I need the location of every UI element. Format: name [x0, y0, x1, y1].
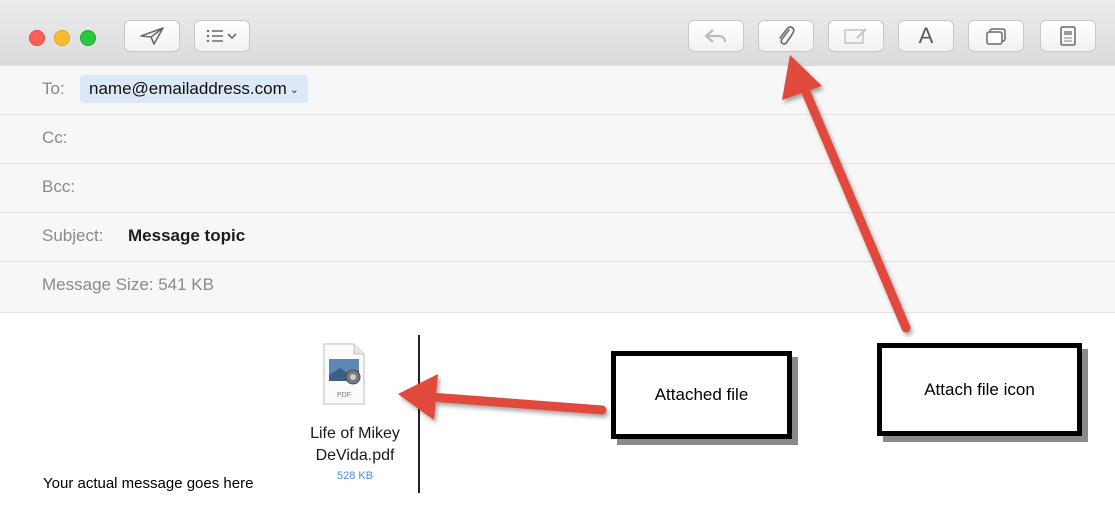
subject-label: Subject:	[42, 226, 104, 245]
stationery-button[interactable]	[1040, 20, 1096, 52]
toolbar: A	[0, 0, 1115, 73]
window-icon	[986, 28, 1006, 45]
attached-file-callout-text: Attached file	[654, 385, 749, 404]
message-text[interactable]: Your actual message goes here	[43, 475, 253, 492]
minimize-window-button[interactable]	[54, 30, 70, 46]
recipient-address: name@emailaddress.com	[89, 79, 287, 98]
recipient-token[interactable]: name@emailaddress.com ⌄	[80, 75, 308, 103]
to-field[interactable]: To: name@emailaddress.com ⌄	[0, 66, 1115, 115]
paper-plane-icon	[140, 27, 164, 45]
text-cursor	[418, 335, 420, 493]
attach-button[interactable]	[758, 20, 814, 52]
zoom-window-button[interactable]	[80, 30, 96, 46]
markup-button[interactable]	[828, 20, 884, 52]
attach-file-icon-callout-text: Attach file icon	[924, 379, 1035, 399]
reply-arrow-icon	[704, 29, 727, 43]
attachment-name[interactable]: Life of Mikey DeVida.pdf	[290, 423, 420, 467]
bcc-label: Bcc:	[42, 177, 76, 196]
attach-file-icon-callout: Attach file icon	[877, 343, 1082, 436]
reply-button[interactable]	[688, 20, 744, 52]
message-size-row: Message Size: 541 KB	[0, 262, 1115, 313]
close-window-button[interactable]	[29, 30, 45, 46]
header-fields-menu-button[interactable]	[194, 20, 250, 52]
attached-file-callout: Attached file	[611, 351, 792, 439]
photo-browser-button[interactable]	[968, 20, 1024, 52]
font-a-icon: A	[918, 23, 934, 48]
list-chevron-icon	[206, 29, 237, 43]
markup-photo-icon	[844, 28, 867, 44]
subject-field[interactable]: Subject: Message topic	[0, 213, 1115, 262]
chevron-down-icon[interactable]: ⌄	[290, 83, 299, 96]
stationery-icon	[1060, 26, 1076, 46]
cc-label: Cc:	[42, 128, 68, 147]
message-size-label: Message Size: 541 KB	[42, 275, 214, 294]
bcc-field[interactable]: Bcc:	[0, 164, 1115, 213]
attachment-size: 528 KB	[336, 470, 374, 482]
cc-field[interactable]: Cc:	[0, 115, 1115, 164]
send-button[interactable]	[124, 20, 180, 52]
file-type-label: PDF	[337, 392, 351, 399]
pdf-file-icon[interactable]: PDF	[320, 342, 368, 406]
format-button[interactable]: A	[898, 20, 954, 52]
attachment-name-line2: DeVida.pdf	[315, 447, 395, 464]
paperclip-icon	[779, 26, 795, 45]
subject-value[interactable]: Message topic	[128, 226, 245, 246]
to-label: To:	[42, 79, 65, 98]
attachment-name-line1: Life of Mikey	[310, 425, 400, 442]
